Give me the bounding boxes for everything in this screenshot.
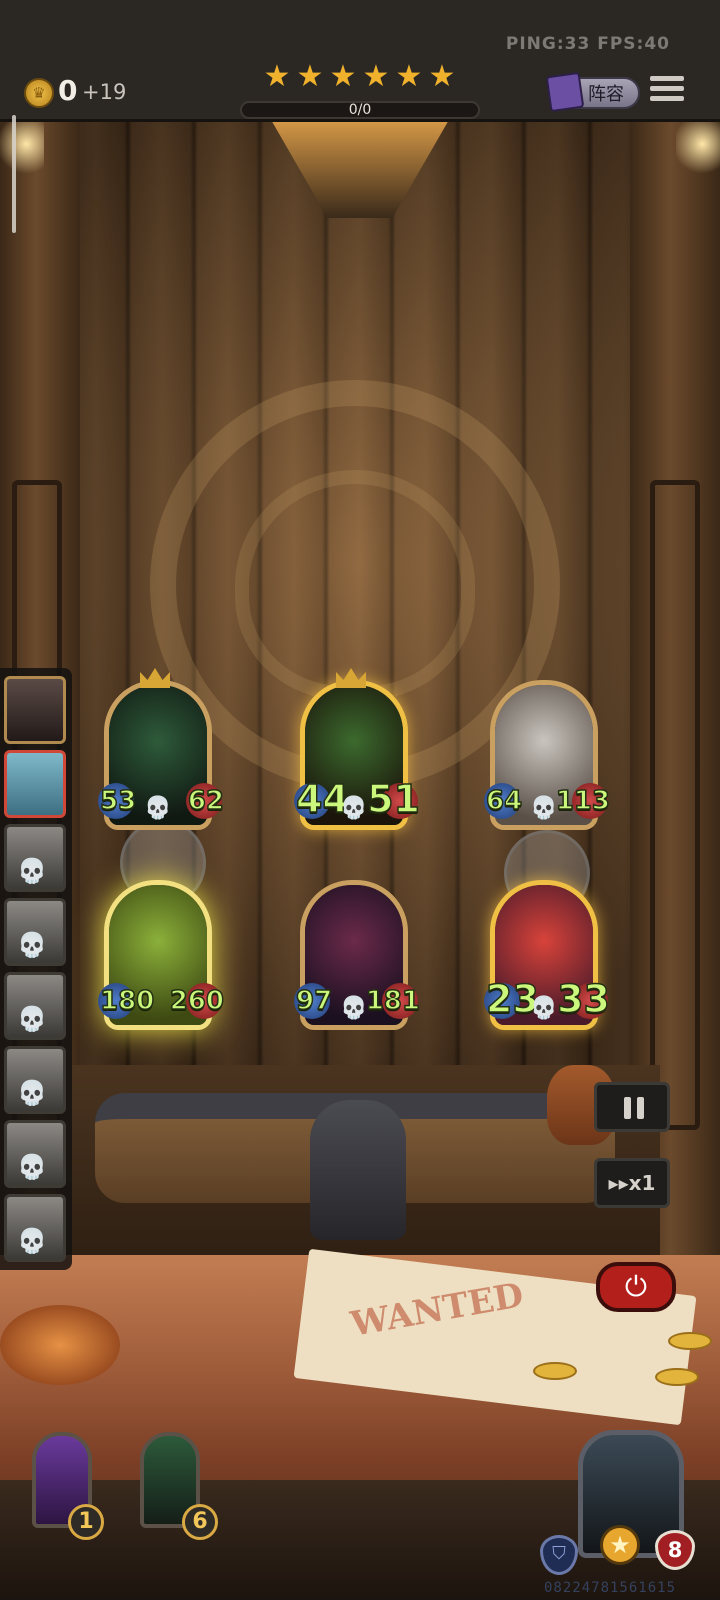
barrel-tap [310, 1100, 406, 1240]
hero-power-star-icon[interactable]: ★ [600, 1525, 640, 1565]
battle-board: 53 62 💀 44 51 💀 64 113 💀 180 260 97 181 💀 23 33 💀 [98, 668, 640, 1050]
crown-coin-icon: ♛ [24, 78, 54, 108]
star-icon: ★ [428, 59, 456, 94]
minion-slot[interactable]: 23 33 💀 [484, 880, 611, 1036]
skull-icon: 💀 [17, 931, 47, 959]
coin-icon [655, 1368, 699, 1386]
gold-income: +19 [82, 80, 127, 104]
coin-icon [668, 1332, 712, 1350]
top-hud: PING:33 FPS:40 ♛ 0 +19 ★ ★ ★ ★ ★ ★ 0/0 阵容 [0, 0, 720, 122]
coin-plate [0, 1305, 120, 1385]
star-icon: ★ [263, 59, 291, 94]
roster-button-label[interactable]: 阵容 [588, 80, 624, 106]
minion-attack: 53 [99, 786, 137, 816]
wall-emblem-face [235, 470, 475, 700]
wall-lamp-left [0, 122, 44, 177]
minion-slot[interactable]: 53 62 💀 [98, 668, 225, 836]
player-id: 08224781561615 [544, 1580, 677, 1596]
minion-health: 260 [169, 986, 225, 1016]
skull-icon: 💀 [17, 1079, 47, 1107]
minion-health: 181 [365, 986, 421, 1016]
progress-text: 0/0 [348, 102, 372, 118]
opponent-robot-hero[interactable] [4, 750, 66, 818]
opponent-hat-hero[interactable]: 💀 [4, 972, 66, 1040]
network-stats: PING:33 FPS:40 [505, 34, 670, 54]
speed-button[interactable]: ▸▸x1 [594, 1158, 670, 1208]
skull-icon: 💀 [340, 996, 368, 1021]
hand-card-count: 6 [182, 1504, 218, 1540]
wall-lamp-right [676, 122, 720, 177]
gold-amount: 0 [58, 74, 78, 107]
minion-attack: 97 [295, 986, 333, 1016]
minion-attack: 64 [485, 786, 523, 816]
opponent-blonde-hero[interactable]: 💀 [4, 1046, 66, 1114]
minion-slot[interactable]: 44 51 💀 [294, 668, 421, 836]
minion-health: 51 [366, 777, 420, 821]
skull-icon: 💀 [530, 796, 558, 821]
opponent-goggles-hero[interactable]: 💀 [4, 898, 66, 966]
menu-icon[interactable] [650, 76, 684, 106]
progress-bar: 0/0 [240, 101, 480, 119]
coin-icon [533, 1362, 577, 1380]
hand-card-count: 1 [68, 1504, 104, 1540]
minion-attack: 180 [99, 986, 155, 1016]
skull-icon: 💀 [17, 857, 47, 885]
minion-slot[interactable]: 180 260 [98, 880, 225, 1036]
star-rating: ★ ★ ★ ★ ★ ★ [262, 62, 457, 92]
minion-health: 62 [187, 786, 225, 816]
minion-slot[interactable]: 64 113 💀 [484, 680, 611, 836]
power-button[interactable]: ⏻ [596, 1262, 676, 1312]
pause-icon [624, 1097, 646, 1119]
opponent-white-haired-hero[interactable]: 💀 [4, 824, 66, 892]
opponent-old-man-hero[interactable]: 💀 [4, 1194, 66, 1262]
star-icon: ★ [362, 59, 390, 94]
skull-icon: 💀 [17, 1153, 47, 1181]
skull-icon: 💀 [340, 796, 368, 821]
opponent-list: 💀 💀 💀 💀 💀 💀 [0, 668, 72, 1270]
minion-health: 33 [556, 977, 610, 1021]
scroll-indicator [12, 115, 16, 233]
pause-button[interactable] [594, 1082, 670, 1132]
opponent-bat-hero[interactable] [4, 676, 66, 744]
star-icon: ★ [329, 59, 357, 94]
skull-icon: 💀 [17, 1227, 47, 1255]
skull-icon: 💀 [144, 796, 172, 821]
skull-icon: 💀 [17, 1005, 47, 1033]
skull-icon: 💀 [530, 996, 558, 1021]
minion-health: 113 [555, 786, 611, 816]
star-icon: ★ [296, 59, 324, 94]
star-icon: ★ [395, 59, 423, 94]
minion-slot[interactable]: 97 181 💀 [294, 880, 421, 1036]
opponent-dark-hero[interactable]: 💀 [4, 1120, 66, 1188]
book-icon[interactable] [545, 71, 585, 113]
